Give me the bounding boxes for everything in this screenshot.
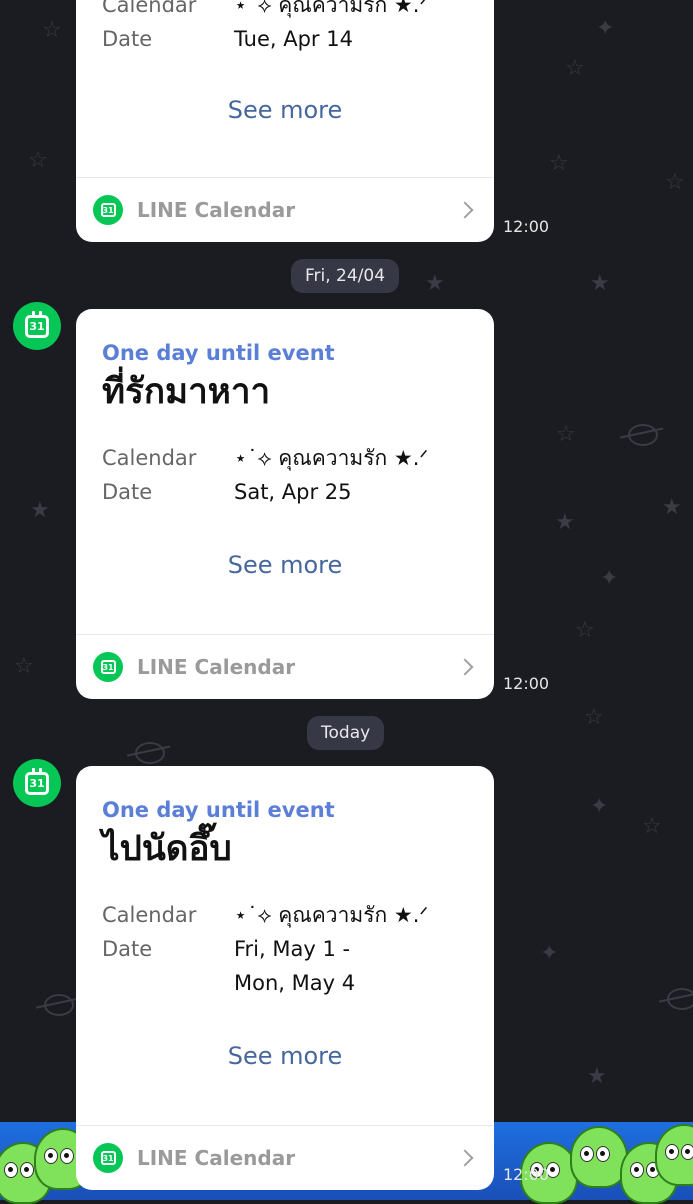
star-decoration-icon: ☆ xyxy=(665,170,685,195)
calendar-card[interactable]: One day until event ไปนัดอึ๊บ Calendar ⋆… xyxy=(76,766,494,1190)
message-time: 12:00 xyxy=(503,217,550,236)
date-label: Date xyxy=(102,27,153,51)
star-decoration-icon: ★ xyxy=(590,271,610,296)
date-separator: Today xyxy=(307,716,385,750)
see-more-link[interactable]: See more xyxy=(102,80,468,140)
message-time: 12:00 xyxy=(503,1165,550,1184)
calendar-label: Calendar xyxy=(102,0,197,17)
planet-decoration-icon xyxy=(44,994,74,1016)
calendar-row: Calendar ⋆˙⟡ คุณความรัก ★.ᐟ xyxy=(102,441,468,475)
footer-label: LINE Calendar xyxy=(137,655,296,679)
see-more-link[interactable]: See more xyxy=(102,535,468,595)
event-title: ที่รักมาหาา xyxy=(102,372,271,412)
chevron-right-icon xyxy=(448,193,482,227)
date-row: Date Sat, Apr 25 xyxy=(102,475,468,509)
date-label: Date xyxy=(102,480,153,504)
sparkle-decoration-icon: ✦ xyxy=(590,794,609,819)
star-decoration-icon: ★ xyxy=(587,1064,607,1089)
date-separator: Fri, 24/04 xyxy=(291,259,400,293)
chevron-right-icon xyxy=(448,1141,482,1175)
date-row: Date Fri, May 1 - xyxy=(102,932,468,966)
line-calendar-footer[interactable]: 31 LINE Calendar xyxy=(76,634,494,699)
footer-label: LINE Calendar xyxy=(137,1146,296,1170)
date-label: Date xyxy=(102,937,153,961)
star-decoration-icon: ★ xyxy=(30,498,50,523)
calendar-row: Calendar ⋆˙⟡ คุณความรัก ★.ᐟ xyxy=(102,0,468,22)
message-time: 12:00 xyxy=(503,674,550,693)
calendar-row: Calendar ⋆˙⟡ คุณความรัก ★.ᐟ xyxy=(102,898,468,932)
planet-decoration-icon xyxy=(628,424,658,446)
chevron-right-icon xyxy=(448,650,482,684)
calendar-label: Calendar xyxy=(102,903,197,927)
line-calendar-icon: 31 xyxy=(93,1143,123,1173)
planet-decoration-icon xyxy=(667,988,693,1010)
star-decoration-icon: ★ xyxy=(555,510,575,535)
calendar-card[interactable]: One day until event ที่รักมาหาา Calendar… xyxy=(76,309,494,699)
star-decoration-icon: ☆ xyxy=(42,18,62,43)
star-decoration-icon: ☆ xyxy=(556,422,576,447)
line-calendar-icon: 31 xyxy=(93,652,123,682)
date-row-continued: Mon, May 4 xyxy=(102,966,468,1000)
star-decoration-icon: ☆ xyxy=(14,654,34,679)
event-notice: One day until event xyxy=(102,341,335,365)
star-decoration-icon: ☆ xyxy=(642,814,662,839)
event-notice: One day until event xyxy=(102,798,335,822)
calendar-avatar-icon[interactable]: 31 xyxy=(13,759,61,807)
calendar-value: ⋆˙⟡ คุณความรัก ★.ᐟ xyxy=(234,446,429,470)
calendar-card-partial[interactable]: Calendar ⋆˙⟡ คุณความรัก ★.ᐟ Date Tue, Ap… xyxy=(76,0,494,242)
date-value: Fri, May 1 - xyxy=(234,937,351,961)
calendar-label: Calendar xyxy=(102,446,197,470)
date-value: Tue, Apr 14 xyxy=(234,27,353,51)
line-calendar-footer[interactable]: 31 LINE Calendar xyxy=(76,1125,494,1190)
event-title: ไปนัดอึ๊บ xyxy=(102,829,232,869)
star-decoration-icon: ☆ xyxy=(565,56,585,81)
date-value: Sat, Apr 25 xyxy=(234,480,352,504)
calendar-value: ⋆˙⟡ คุณความรัก ★.ᐟ xyxy=(234,903,429,927)
line-calendar-icon: 31 xyxy=(93,195,123,225)
calendar-avatar-icon[interactable]: 31 xyxy=(13,302,61,350)
star-decoration-icon: ★ xyxy=(662,495,682,520)
star-decoration-icon: ★ xyxy=(425,271,445,296)
date-row: Date Tue, Apr 14 xyxy=(102,22,468,56)
star-decoration-icon: ☆ xyxy=(28,148,48,173)
star-decoration-icon: ☆ xyxy=(575,618,595,643)
star-decoration-icon: ☆ xyxy=(549,151,569,176)
sparkle-decoration-icon: ✦ xyxy=(600,566,619,591)
sparkle-decoration-icon: ✦ xyxy=(596,16,615,41)
calendar-value: ⋆˙⟡ คุณความรัก ★.ᐟ xyxy=(234,0,429,17)
star-decoration-icon: ☆ xyxy=(584,705,604,730)
footer-label: LINE Calendar xyxy=(137,198,296,222)
see-more-link[interactable]: See more xyxy=(102,1026,468,1086)
sparkle-decoration-icon: ✦ xyxy=(540,941,559,966)
date-value-end: Mon, May 4 xyxy=(234,971,356,995)
line-calendar-footer[interactable]: 31 LINE Calendar xyxy=(76,177,494,242)
planet-decoration-icon xyxy=(135,742,165,764)
